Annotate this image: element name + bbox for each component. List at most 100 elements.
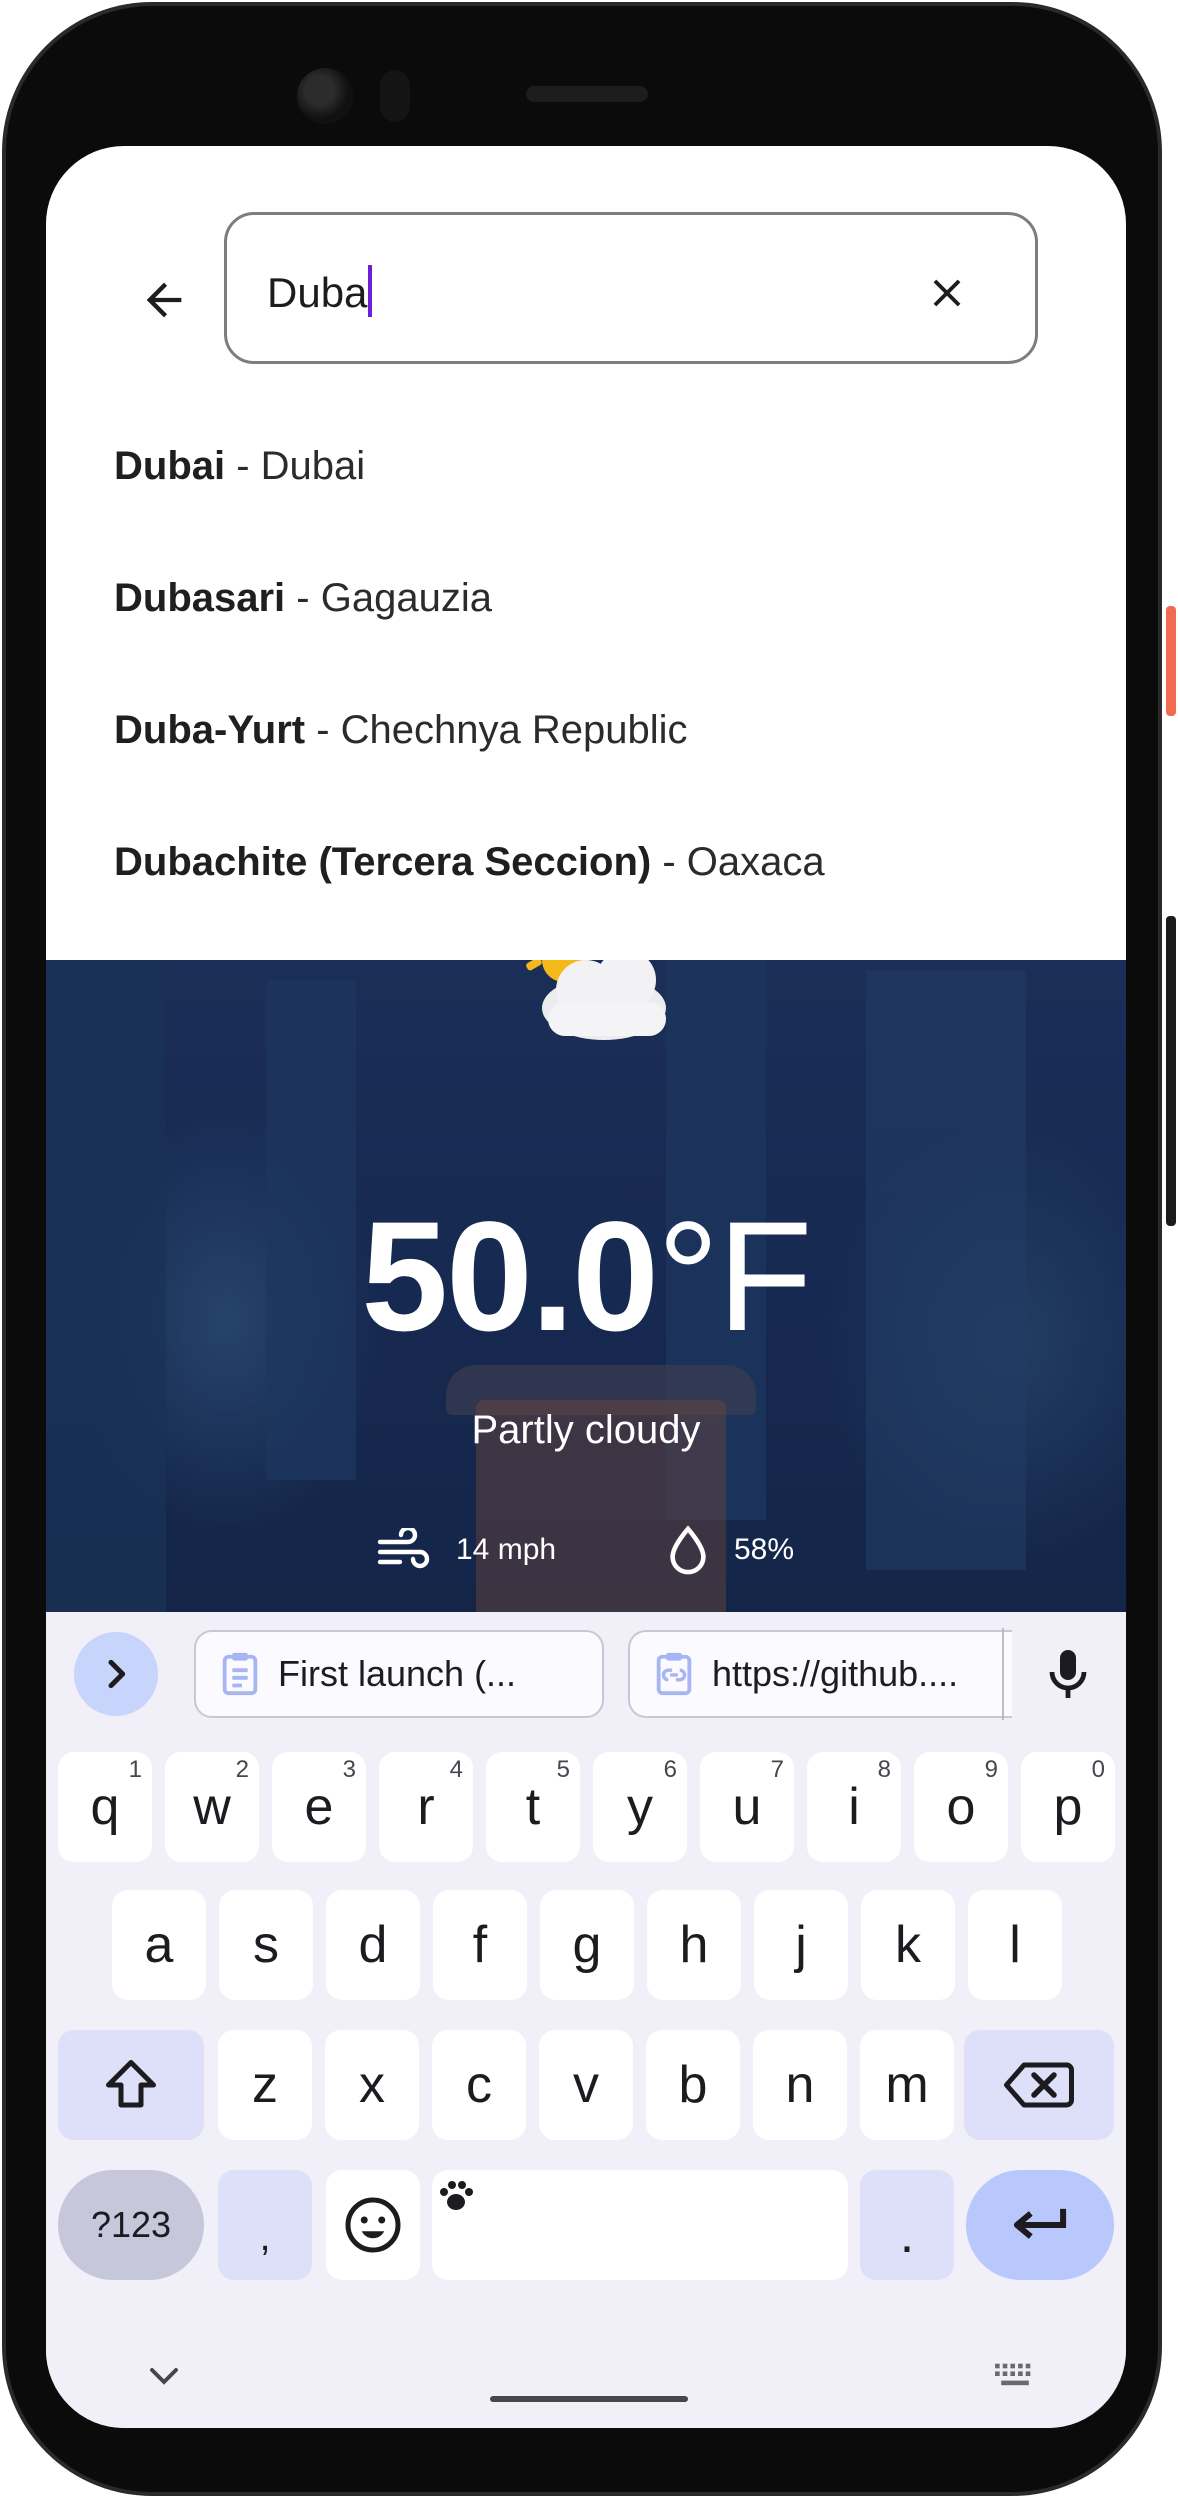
key-u[interactable]: u7: [700, 1752, 794, 1862]
volume-button: [1166, 916, 1176, 1226]
text-caret: [368, 265, 373, 317]
enter-key[interactable]: [966, 2170, 1114, 2280]
key-q[interactable]: q1: [58, 1752, 152, 1862]
shift-icon: [106, 2060, 156, 2108]
temperature-number: 50.0: [361, 1190, 659, 1364]
key-s[interactable]: s: [219, 1890, 313, 2000]
proximity-sensor: [380, 70, 410, 122]
key-r[interactable]: r4: [379, 1752, 473, 1862]
front-camera: [297, 68, 353, 124]
suggestion-city: Dubai: [114, 444, 226, 488]
key-number-hint: 4: [449, 1756, 463, 1783]
clipboard-chip-text: https://github....: [712, 1653, 959, 1694]
keyboard-expand-button[interactable]: [74, 1632, 158, 1716]
suggestion-city: Dubasari: [114, 576, 286, 620]
key-number-hint: 6: [663, 1756, 677, 1783]
key-x[interactable]: x: [325, 2030, 419, 2140]
key-g[interactable]: g: [540, 1890, 634, 2000]
key-label: p: [1053, 1778, 1083, 1836]
strip-divider: [1002, 1628, 1004, 1720]
key-o[interactable]: o9: [914, 1752, 1008, 1862]
key-j[interactable]: j: [754, 1890, 848, 2000]
back-button[interactable]: [124, 260, 204, 340]
key-n[interactable]: n: [753, 2030, 847, 2140]
key-e[interactable]: e3: [272, 1752, 366, 1862]
key-label: r: [417, 1778, 435, 1836]
key-number-hint: 7: [770, 1756, 784, 1783]
suggestion-item[interactable]: Dubachite (Tercera Seccion) - Oaxaca: [114, 822, 825, 902]
symbols-key[interactable]: ?123: [58, 2170, 204, 2280]
key-f[interactable]: f: [433, 1890, 527, 2000]
search-input[interactable]: Duba: [267, 265, 373, 317]
clear-search-button[interactable]: [907, 253, 987, 333]
period-key[interactable]: .: [860, 2170, 954, 2280]
comma-key[interactable]: ,: [218, 2170, 312, 2280]
key-c[interactable]: c: [432, 2030, 526, 2140]
key-y[interactable]: y6: [593, 1752, 687, 1862]
key-label: o: [946, 1778, 976, 1836]
keyboard-icon: [995, 2363, 1031, 2386]
search-field[interactable]: Duba: [224, 212, 1038, 364]
key-i[interactable]: i8: [807, 1752, 901, 1862]
weather-condition: Partly cloudy: [471, 1408, 701, 1452]
key-m[interactable]: m: [860, 2030, 954, 2140]
suggestion-region: - Gagauzia: [285, 576, 492, 620]
power-button: [1166, 606, 1176, 716]
key-b[interactable]: b: [646, 2030, 740, 2140]
partly-cloudy-icon: [526, 960, 666, 1040]
key-label: u: [732, 1778, 762, 1836]
close-icon: [933, 279, 961, 307]
suggestion-item[interactable]: Dubai - Dubai: [114, 426, 365, 506]
key-h[interactable]: h: [647, 1890, 741, 2000]
weather-card: 50.0°F Partly cloudy 14 mph 58%: [46, 960, 1126, 1612]
soft-keyboard: First launch (... https://github.... ?12…: [46, 1612, 1126, 2428]
key-label: i: [848, 1778, 860, 1836]
switch-keyboard-button[interactable]: [990, 2356, 1040, 2396]
key-t[interactable]: t5: [486, 1752, 580, 1862]
key-number-hint: 0: [1091, 1756, 1105, 1783]
key-a[interactable]: a: [112, 1890, 206, 2000]
clipboard-chip[interactable]: First launch (...: [194, 1630, 604, 1718]
key-number-hint: 1: [128, 1756, 142, 1783]
key-k[interactable]: k: [861, 1890, 955, 2000]
water-drop-icon: [670, 1525, 706, 1575]
shift-key[interactable]: [58, 2030, 204, 2140]
clipboard-link-icon: [656, 1652, 692, 1696]
suggestion-item[interactable]: Duba-Yurt - Chechnya Republic: [114, 690, 688, 770]
chevron-right-icon: [108, 1659, 126, 1689]
chevron-down-icon: [150, 2368, 178, 2385]
backspace-key[interactable]: [964, 2030, 1114, 2140]
key-label: w: [193, 1778, 231, 1836]
wind-speed: 14 mph: [456, 1533, 557, 1566]
key-number-hint: 9: [984, 1756, 998, 1783]
key-v[interactable]: v: [539, 2030, 633, 2140]
key-number-hint: 8: [877, 1756, 891, 1783]
suggestion-region: - Chechnya Republic: [305, 708, 688, 752]
key-label: y: [627, 1778, 653, 1836]
key-w[interactable]: w2: [165, 1752, 259, 1862]
space-key[interactable]: [432, 2170, 848, 2280]
key-z[interactable]: z: [218, 2030, 312, 2140]
suggestion-region: - Dubai: [225, 444, 366, 488]
suggestion-city: Duba-Yurt: [114, 708, 306, 752]
emoji-key[interactable]: [326, 2170, 420, 2280]
key-d[interactable]: d: [326, 1890, 420, 2000]
key-label: t: [525, 1778, 541, 1836]
temperature-value: 50.0°F: [46, 1188, 1126, 1367]
home-indicator[interactable]: [490, 2396, 688, 2402]
suggestion-item[interactable]: Dubasari - Gagauzia: [114, 558, 492, 638]
key-l[interactable]: l: [968, 1890, 1062, 2000]
paw-icon: [440, 2181, 473, 2210]
voice-input-button[interactable]: [1026, 1632, 1110, 1716]
arrow-back-icon: [146, 282, 182, 318]
key-label: q: [90, 1778, 120, 1836]
hide-keyboard-button[interactable]: [144, 2356, 184, 2396]
wind-stat: 14 mph: [376, 1520, 556, 1580]
key-number-hint: 3: [342, 1756, 356, 1783]
clipboard-chip-text: First launch (...: [278, 1653, 517, 1694]
emoji-icon: [345, 2197, 401, 2253]
suggestion-list: Dubai - Dubai Dubasari - Gagauzia Duba-Y…: [46, 426, 1126, 960]
clipboard-chip[interactable]: https://github....: [628, 1630, 1012, 1718]
key-number-hint: 2: [235, 1756, 249, 1783]
key-p[interactable]: p0: [1021, 1752, 1115, 1862]
